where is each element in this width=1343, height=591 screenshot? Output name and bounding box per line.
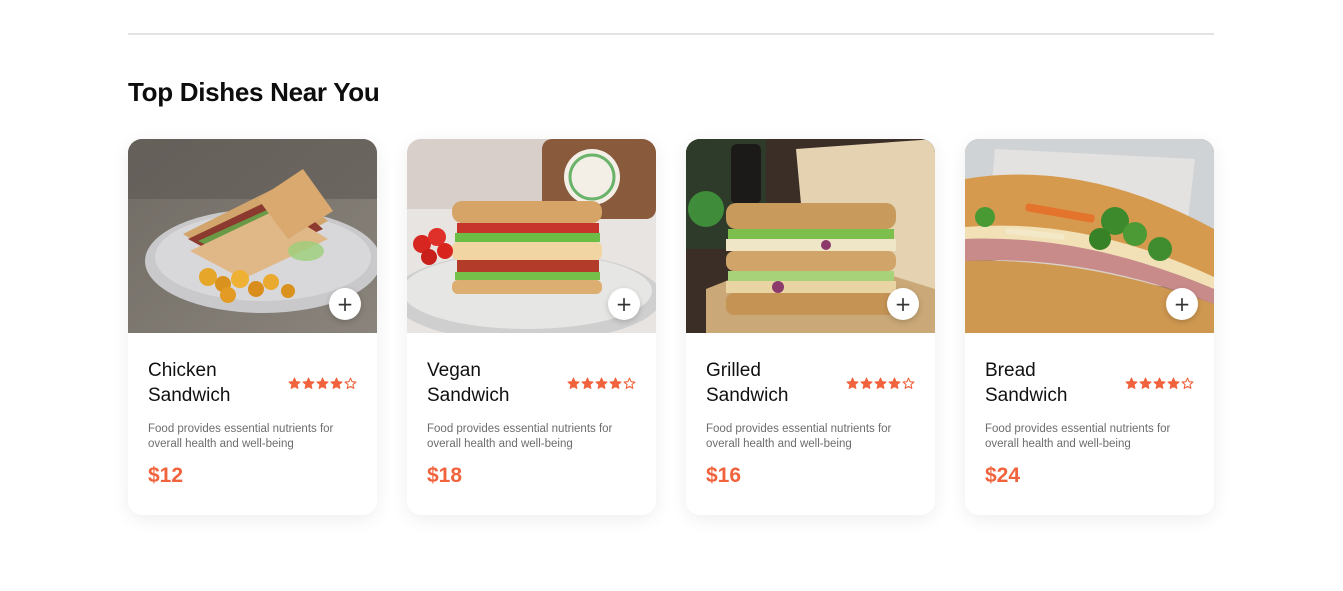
star-filled-icon bbox=[1139, 377, 1152, 389]
star-filled-icon bbox=[567, 377, 580, 389]
star-outline-icon bbox=[623, 377, 636, 389]
add-to-cart-button[interactable]: + bbox=[329, 288, 361, 320]
add-to-cart-button[interactable]: + bbox=[1166, 288, 1198, 320]
dish-image[interactable]: + bbox=[686, 139, 935, 333]
dish-image[interactable]: + bbox=[965, 139, 1214, 333]
star-rating bbox=[846, 377, 915, 390]
dish-name: Grilled Sandwich bbox=[706, 360, 789, 406]
dish-card[interactable]: + Grilled Sandwich Food provides essenti… bbox=[686, 139, 935, 515]
plus-icon: + bbox=[336, 292, 354, 316]
plus-icon: + bbox=[894, 292, 912, 316]
dish-name: Vegan Sandwich bbox=[427, 360, 510, 406]
dish-price: $24 bbox=[985, 464, 1021, 487]
dish-card-list: + Chicken Sandwich Food provides essenti… bbox=[128, 139, 1214, 515]
star-filled-icon bbox=[1153, 377, 1166, 389]
plus-icon: + bbox=[1173, 292, 1191, 316]
star-filled-icon bbox=[288, 377, 301, 389]
star-rating bbox=[288, 377, 357, 390]
dish-card[interactable]: + Chicken Sandwich Food provides essenti… bbox=[128, 139, 377, 515]
star-rating bbox=[1125, 377, 1194, 390]
dish-card[interactable]: + Vegan Sandwich Food provides essential… bbox=[407, 139, 656, 515]
star-filled-icon bbox=[1167, 377, 1180, 389]
star-rating bbox=[567, 377, 636, 390]
star-outline-icon bbox=[1181, 377, 1194, 389]
dish-description: Food provides essential nutrients for ov… bbox=[427, 423, 613, 450]
star-filled-icon bbox=[609, 377, 622, 389]
dish-image[interactable]: + bbox=[407, 139, 656, 333]
dish-description: Food provides essential nutrients for ov… bbox=[985, 423, 1171, 450]
star-filled-icon bbox=[330, 377, 343, 389]
dish-price: $18 bbox=[427, 464, 463, 487]
add-to-cart-button[interactable]: + bbox=[608, 288, 640, 320]
star-filled-icon bbox=[874, 377, 887, 389]
star-filled-icon bbox=[595, 377, 608, 389]
star-filled-icon bbox=[316, 377, 329, 389]
section-divider bbox=[128, 33, 1214, 35]
star-filled-icon bbox=[846, 377, 859, 389]
section-title: Top Dishes Near You bbox=[128, 77, 380, 107]
plus-icon: + bbox=[615, 292, 633, 316]
dish-image[interactable]: + bbox=[128, 139, 377, 333]
star-filled-icon bbox=[302, 377, 315, 389]
dish-price: $16 bbox=[706, 464, 742, 487]
dish-card[interactable]: + Bread Sandwich Food provides essential… bbox=[965, 139, 1214, 515]
star-filled-icon bbox=[1125, 377, 1138, 389]
star-filled-icon bbox=[860, 377, 873, 389]
dish-description: Food provides essential nutrients for ov… bbox=[148, 423, 334, 450]
star-filled-icon bbox=[888, 377, 901, 389]
star-outline-icon bbox=[902, 377, 915, 389]
dish-name: Chicken Sandwich bbox=[148, 360, 231, 406]
add-to-cart-button[interactable]: + bbox=[887, 288, 919, 320]
dish-description: Food provides essential nutrients for ov… bbox=[706, 423, 892, 450]
star-outline-icon bbox=[344, 377, 357, 389]
dish-price: $12 bbox=[148, 464, 184, 487]
dish-name: Bread Sandwich bbox=[985, 360, 1068, 406]
star-filled-icon bbox=[581, 377, 594, 389]
